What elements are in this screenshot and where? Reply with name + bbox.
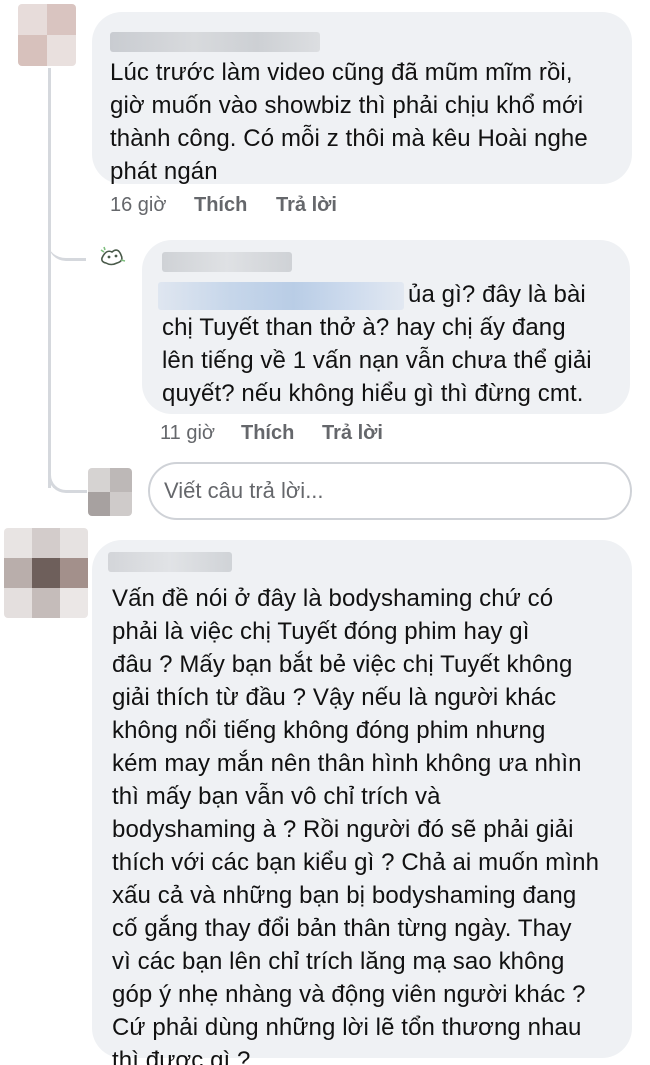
comment-text: Vấn đề nói ở đây là bodyshaming chứ có p… xyxy=(112,585,600,1065)
reply-bubble: ủa gì? đây là bài chị Tuyết than thở à? … xyxy=(142,240,630,414)
comment-time[interactable]: 16 giờ xyxy=(110,194,166,217)
commenter-avatar[interactable] xyxy=(4,528,88,618)
commenter-name-blurred[interactable] xyxy=(110,32,320,52)
reply-meta: 11 giờ Thích Trả lời xyxy=(160,422,560,448)
thread-line xyxy=(48,68,51,488)
reply-button[interactable]: Trả lời xyxy=(322,422,383,445)
current-user-avatar xyxy=(88,468,132,516)
like-button[interactable]: Thích xyxy=(241,422,294,445)
commenter-name-blurred[interactable] xyxy=(108,552,232,572)
sticker-avatar-icon xyxy=(93,237,131,275)
reply-button[interactable]: Trả lời xyxy=(276,194,337,217)
reply-input-box[interactable] xyxy=(148,462,632,520)
comment-meta: 16 giờ Thích Trả lời xyxy=(110,194,510,220)
reply-time[interactable]: 11 giờ xyxy=(160,422,215,445)
comment-thread: Lúc trước làm video cũng đã mũm mĩm rồi,… xyxy=(0,0,650,1065)
comment-text: Lúc trước làm video cũng đã mũm mĩm rồi,… xyxy=(110,59,588,185)
comment-bubble: Vấn đề nói ở đây là bodyshaming chứ có p… xyxy=(92,540,632,1065)
thread-branch xyxy=(48,222,86,261)
commenter-avatar[interactable] xyxy=(18,4,76,66)
replier-name-blurred[interactable] xyxy=(162,252,292,272)
like-button[interactable]: Thích xyxy=(194,194,247,217)
reply-avatar[interactable] xyxy=(92,236,132,276)
reply-text: ủa gì? đây là bài chị Tuyết than thở à? … xyxy=(162,281,592,407)
reply-input[interactable] xyxy=(164,474,604,508)
thread-branch xyxy=(48,456,87,493)
comment-bubble: Lúc trước làm video cũng đã mũm mĩm rồi,… xyxy=(92,12,632,185)
